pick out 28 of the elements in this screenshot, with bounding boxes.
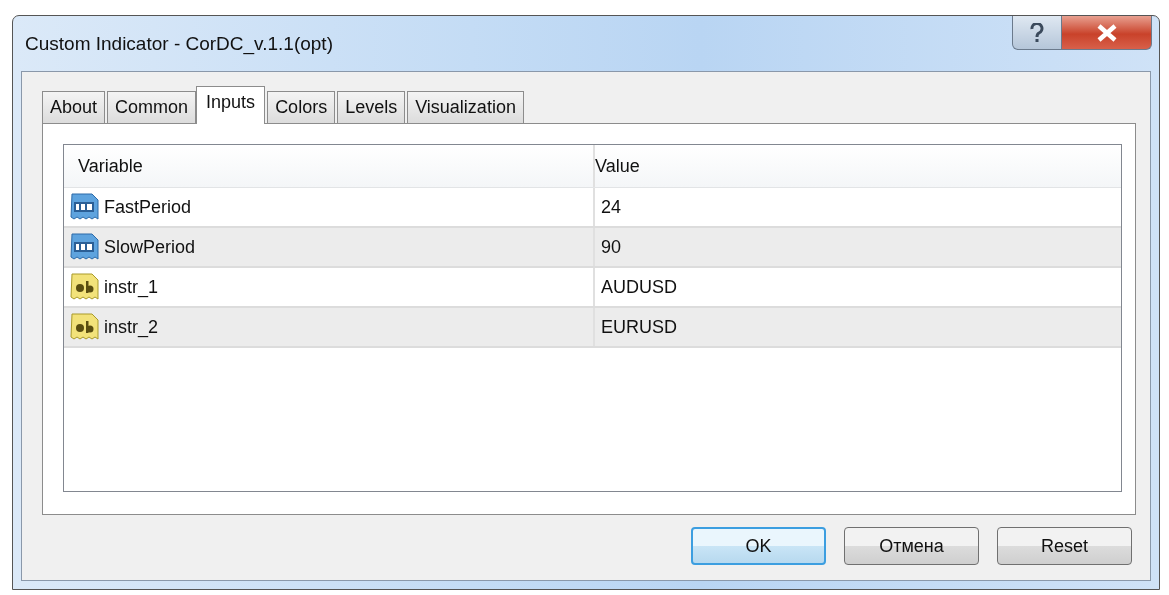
tab[interactable]: Inputs: [196, 86, 266, 124]
tab[interactable]: Colors: [267, 91, 336, 123]
value-cell[interactable]: 24: [595, 188, 1121, 226]
value-cell[interactable]: AUDUSD: [595, 268, 1121, 306]
tab[interactable]: Levels: [337, 91, 406, 123]
dialog-button[interactable]: Reset: [997, 527, 1132, 565]
help-icon: [1030, 22, 1044, 43]
tab[interactable]: About: [42, 91, 106, 123]
tab[interactable]: Visualization: [407, 91, 524, 123]
variable-name: FastPeriod: [103, 196, 192, 218]
value-cell[interactable]: 90: [595, 228, 1121, 266]
text-type-icon: [70, 272, 100, 302]
help-button[interactable]: [1012, 16, 1062, 50]
column-header[interactable]: Variable: [64, 145, 595, 187]
window-title: Custom Indicator - CorDC_v.1.1(opt): [24, 32, 333, 55]
column-header[interactable]: Value: [595, 145, 1121, 187]
variable-name: instr_2: [103, 316, 159, 338]
close-button[interactable]: [1062, 16, 1152, 50]
text-type-icon: [70, 312, 100, 342]
tab[interactable]: Common: [107, 91, 197, 123]
number-type-icon: [70, 232, 100, 262]
variable-name: SlowPeriod: [103, 236, 196, 258]
dialog-button[interactable]: Отмена: [844, 527, 979, 565]
value-cell[interactable]: EURUSD: [595, 308, 1121, 346]
dialog-button[interactable]: OK: [691, 527, 826, 565]
variable-name: instr_1: [103, 276, 159, 298]
number-type-icon: [70, 192, 100, 222]
close-icon: [1095, 23, 1118, 42]
